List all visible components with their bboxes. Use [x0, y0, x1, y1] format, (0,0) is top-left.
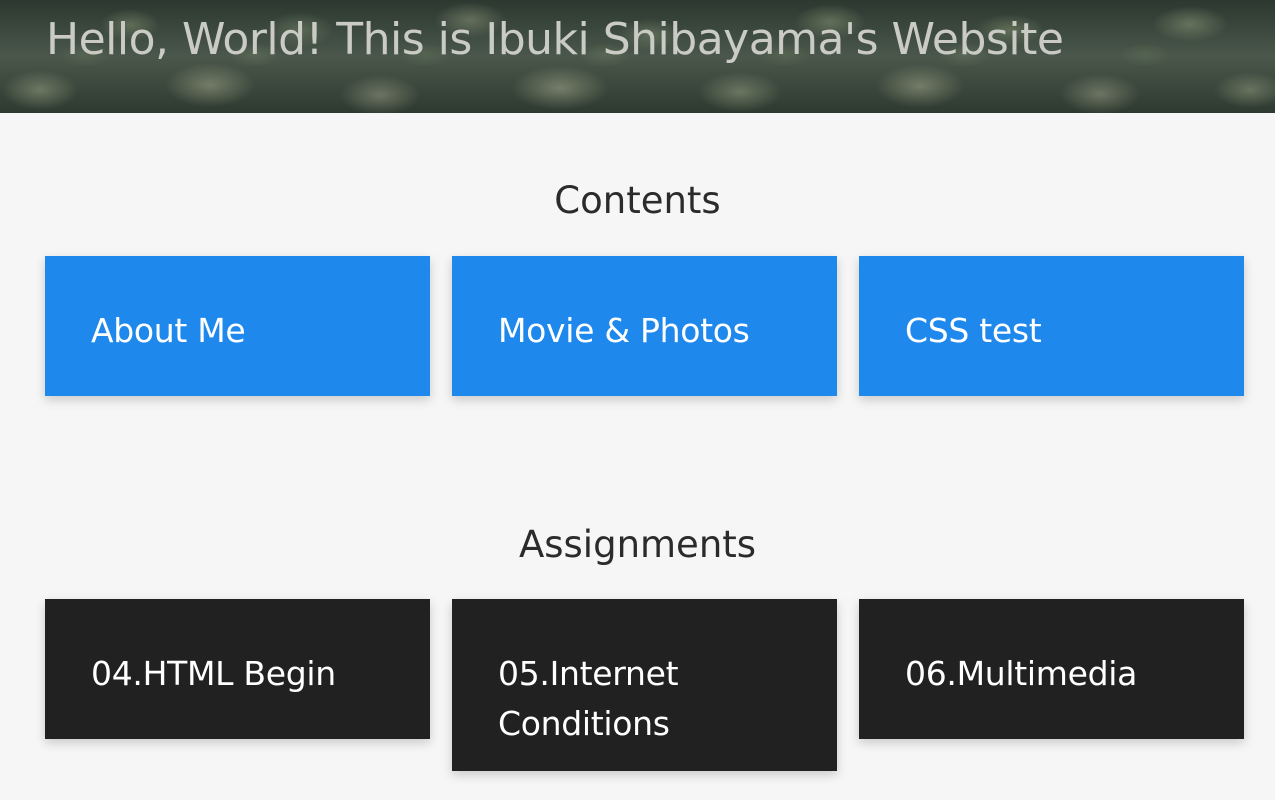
assignments-heading: Assignments [518, 523, 757, 566]
css-test-link[interactable]: CSS test [859, 256, 1244, 396]
contents-grid: About Me Movie & Photos CSS test [45, 256, 1244, 396]
movie-photos-link[interactable]: Movie & Photos [452, 256, 837, 396]
html-begin-link[interactable]: 04.HTML Begin [45, 599, 430, 739]
site-header: Hello, World! This is Ibuki Shibayama's … [0, 0, 1275, 113]
internet-conditions-link[interactable]: 05.Internet Conditions [452, 599, 837, 771]
about-me-link[interactable]: About Me [45, 256, 430, 396]
assignments-grid: 04.HTML Begin 05.Internet Conditions 06.… [45, 599, 1244, 771]
contents-heading: Contents [554, 179, 721, 222]
multimedia-link[interactable]: 06.Multimedia [859, 599, 1244, 739]
site-title: Hello, World! This is Ibuki Shibayama's … [46, 14, 1064, 65]
